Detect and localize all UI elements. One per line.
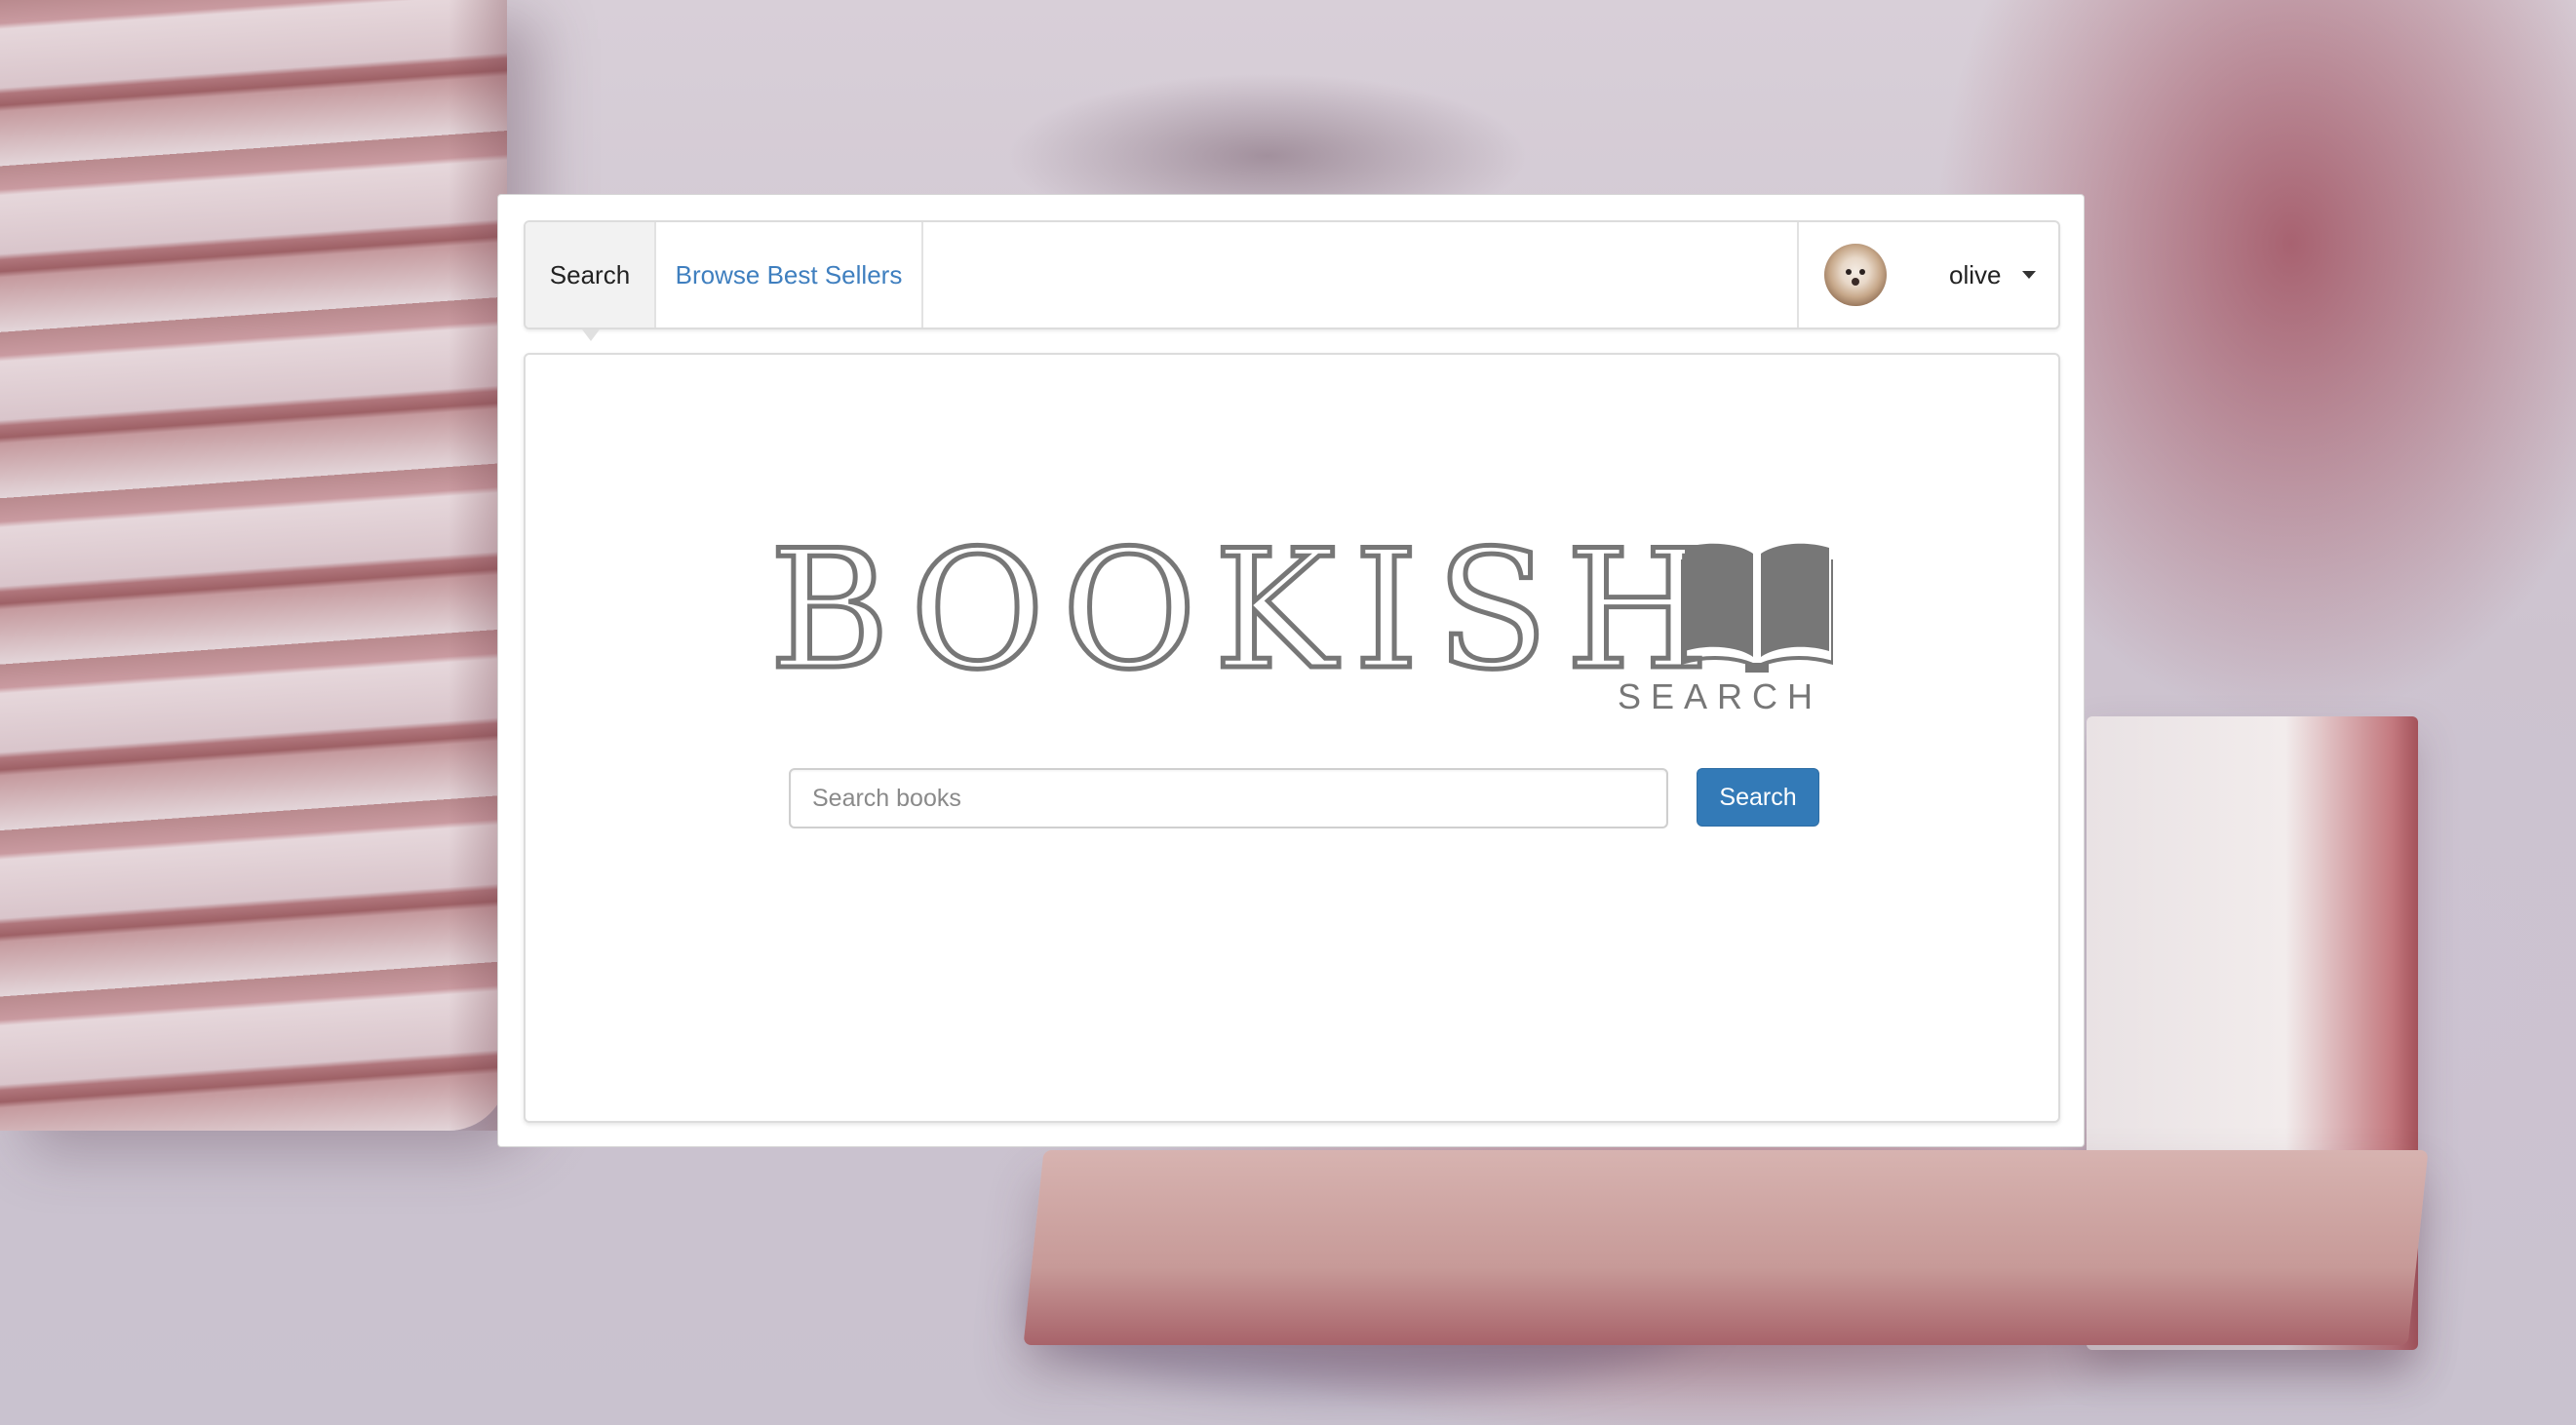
- logo-subtitle: SEARCH: [1618, 676, 1823, 716]
- user-menu-dropdown[interactable]: olive: [1797, 222, 2058, 327]
- navbar-spacer: [923, 222, 1797, 327]
- tab-search-label: Search: [549, 259, 631, 289]
- open-book-icon: [1681, 543, 1833, 673]
- book-stack-decoration: [0, 0, 507, 1131]
- search-button[interactable]: Search: [1697, 768, 1819, 827]
- logo-title: BOOKISH: [767, 515, 1727, 706]
- main-card: Search Browse Best Sellers olive BOOKISH…: [497, 194, 2085, 1147]
- chevron-down-icon: [2022, 271, 2037, 279]
- bookish-logo: BOOKISH SEARCH: [767, 515, 1861, 716]
- username: olive: [1949, 259, 2002, 289]
- search-panel: BOOKISH SEARCH Search: [524, 353, 2060, 1123]
- tab-browse-best-sellers-label: Browse Best Sellers: [675, 259, 903, 289]
- tab-search[interactable]: Search: [526, 222, 656, 341]
- search-input[interactable]: [789, 768, 1668, 828]
- avatar: [1824, 244, 1887, 306]
- tab-browse-best-sellers[interactable]: Browse Best Sellers: [656, 222, 923, 327]
- top-navbar: Search Browse Best Sellers olive: [524, 220, 2060, 341]
- open-book-pages-decoration: [1023, 1150, 2429, 1345]
